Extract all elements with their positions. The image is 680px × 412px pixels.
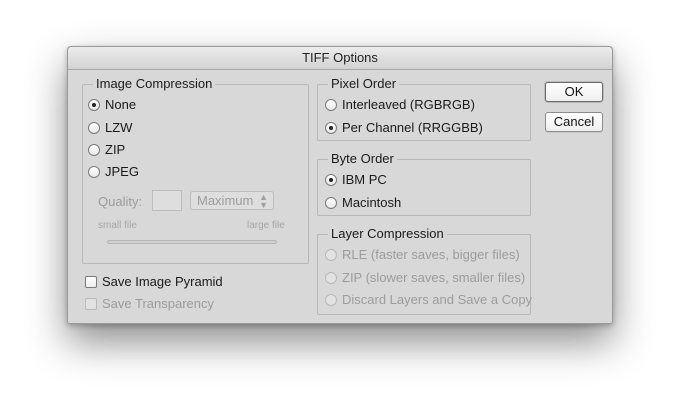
compression-none-radio[interactable]: None — [88, 97, 136, 113]
byte-order-macintosh-label: Macintosh — [342, 195, 402, 210]
radio-icon — [88, 166, 100, 178]
compression-zip-label: ZIP — [105, 142, 126, 157]
save-transparency-label: Save Transparency — [102, 296, 215, 311]
byte-order-ibm-pc-radio[interactable]: IBM PC — [325, 172, 387, 188]
pixel-order-interleaved-label: Interleaved (RGBRGB) — [342, 97, 475, 112]
slider-max-label: large file — [247, 220, 285, 231]
checkbox-icon — [85, 276, 97, 288]
radio-icon — [325, 197, 337, 209]
compression-jpeg-label: JPEG — [105, 164, 139, 179]
pixel-order-group: Pixel Order Interleaved (RGBRGB) Per Cha… — [317, 76, 531, 141]
radio-icon — [325, 249, 337, 261]
radio-selected-icon — [88, 99, 100, 111]
compression-none-label: None — [105, 97, 137, 112]
compression-lzw-radio[interactable]: LZW — [88, 120, 132, 136]
radio-icon — [325, 294, 337, 306]
ok-button[interactable]: OK — [545, 82, 603, 102]
up-down-arrows-icon: ▲ ▼ — [259, 192, 268, 210]
layer-compression-zip-radio[interactable]: ZIP (slower saves, smaller files) — [325, 270, 525, 286]
image-compression-legend: Image Compression — [93, 76, 216, 92]
quality-preset-select[interactable]: Maximum ▲ ▼ — [190, 191, 274, 210]
pixel-order-per-channel-label: Per Channel (RRGGBB) — [342, 120, 483, 135]
image-compression-group: Image Compression None LZW ZIP JPEG — [82, 76, 309, 264]
byte-order-macintosh-radio[interactable]: Macintosh — [325, 195, 401, 211]
layer-compression-rle-radio[interactable]: RLE (faster saves, bigger files) — [325, 247, 520, 263]
layer-compression-discard-label: Discard Layers and Save a Copy — [342, 292, 533, 307]
byte-order-ibm-pc-label: IBM PC — [342, 172, 387, 187]
layer-compression-rle-label: RLE (faster saves, bigger files) — [342, 247, 520, 262]
byte-order-group: Byte Order IBM PC Macintosh — [317, 151, 531, 216]
layer-compression-legend: Layer Compression — [328, 226, 447, 242]
layer-compression-group: Layer Compression RLE (faster saves, big… — [317, 226, 532, 315]
cancel-button[interactable]: Cancel — [545, 112, 603, 132]
save-image-pyramid-label: Save Image Pyramid — [102, 274, 223, 289]
pixel-order-legend: Pixel Order — [328, 76, 400, 92]
pixel-order-interleaved-radio[interactable]: Interleaved (RGBRGB) — [325, 97, 475, 113]
tiff-options-dialog: TIFF Options Image Compression None LZW … — [67, 46, 613, 324]
radio-selected-icon — [325, 174, 337, 186]
quality-label: Quality: — [98, 194, 143, 209]
byte-order-legend: Byte Order — [328, 151, 397, 167]
radio-icon — [88, 144, 100, 156]
radio-icon — [325, 272, 337, 284]
layer-compression-zip-label: ZIP (slower saves, smaller files) — [342, 270, 526, 285]
layer-compression-discard-radio[interactable]: Discard Layers and Save a Copy — [325, 292, 532, 308]
checkbox-icon — [85, 298, 97, 310]
dialog-title: TIFF Options — [68, 47, 612, 70]
quality-preset-value: Maximum — [197, 193, 254, 208]
slider-min-label: small file — [98, 220, 137, 231]
compression-lzw-label: LZW — [105, 120, 133, 135]
radio-icon — [88, 122, 100, 134]
compression-jpeg-radio[interactable]: JPEG — [88, 164, 139, 180]
pixel-order-per-channel-radio[interactable]: Per Channel (RRGGBB) — [325, 120, 483, 136]
save-image-pyramid-checkbox[interactable]: Save Image Pyramid — [85, 274, 223, 290]
quality-slider[interactable] — [107, 240, 277, 244]
radio-icon — [325, 99, 337, 111]
quality-input[interactable] — [152, 190, 182, 211]
compression-zip-radio[interactable]: ZIP — [88, 142, 125, 158]
radio-selected-icon — [325, 122, 337, 134]
save-transparency-checkbox[interactable]: Save Transparency — [85, 296, 214, 312]
